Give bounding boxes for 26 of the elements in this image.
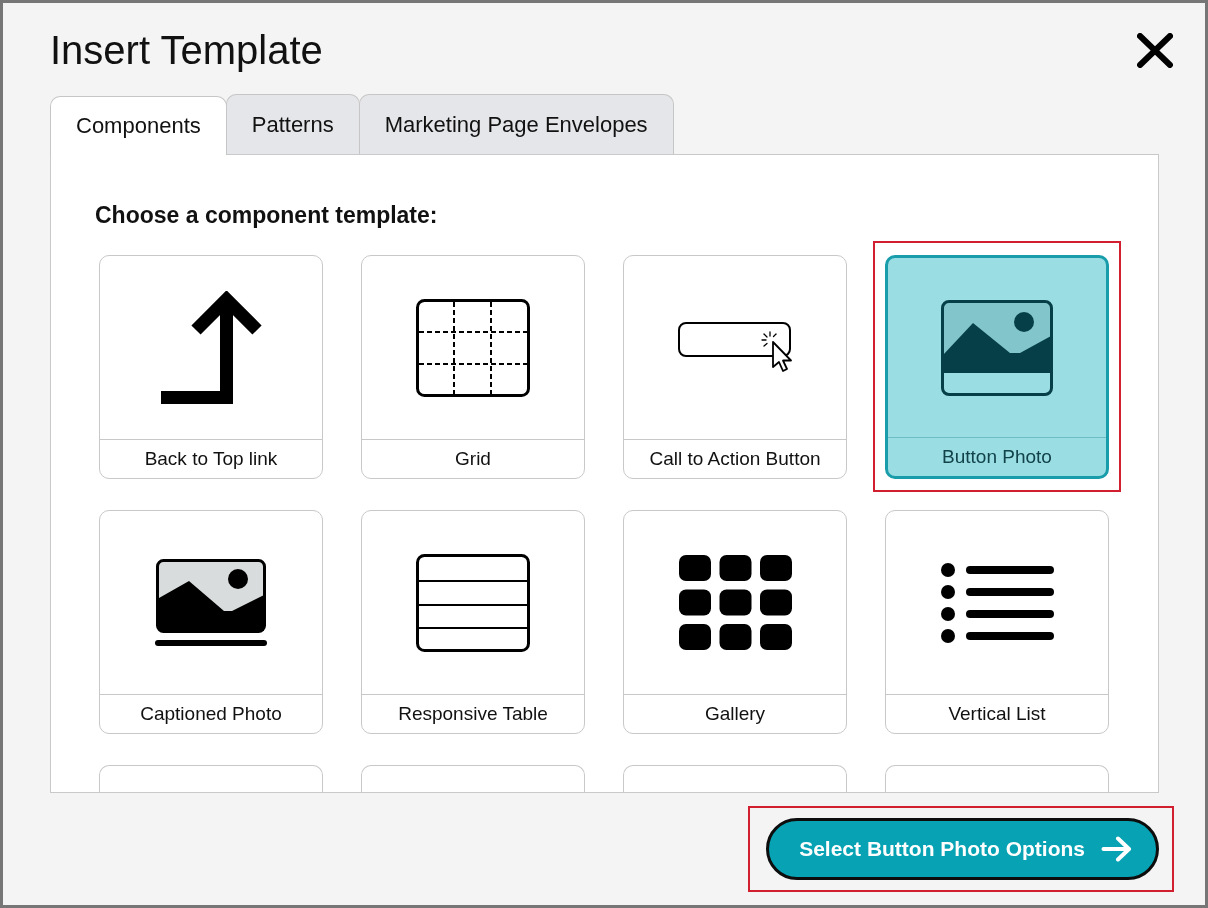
tab[interactable]: Components xyxy=(50,96,227,155)
button-cursor-icon xyxy=(677,322,793,373)
tile-grid-icon xyxy=(678,555,792,650)
table-icon xyxy=(416,553,530,652)
captioned-image-icon xyxy=(155,559,267,646)
template-tile[interactable] xyxy=(623,765,847,792)
tab[interactable]: Patterns xyxy=(225,94,360,154)
image-icon xyxy=(941,299,1053,396)
template-tile[interactable]: Back to Top link xyxy=(99,255,323,479)
close-icon xyxy=(1137,32,1173,68)
panel-heading: Choose a component template: xyxy=(95,201,438,229)
dialog-title: Insert Template xyxy=(50,27,323,74)
template-tile[interactable]: Gallery xyxy=(623,510,847,734)
template-tile[interactable]: Captioned Photo xyxy=(99,510,323,734)
list-icon xyxy=(940,562,1054,643)
template-tile[interactable]: Responsive Table xyxy=(361,510,585,734)
template-tile[interactable]: Vertical List xyxy=(885,510,1109,734)
arrow-right-icon xyxy=(1101,836,1132,862)
tab[interactable]: Marketing Page Envelopes xyxy=(358,94,674,154)
template-tile[interactable] xyxy=(361,765,585,792)
template-tile[interactable]: Call to Action Button xyxy=(623,255,847,479)
grid-icon xyxy=(416,298,530,397)
template-tile[interactable] xyxy=(99,765,323,792)
template-tile[interactable]: Grid xyxy=(361,255,585,479)
template-tile[interactable] xyxy=(885,765,1109,792)
template-tile[interactable]: Button Photo xyxy=(885,255,1109,479)
